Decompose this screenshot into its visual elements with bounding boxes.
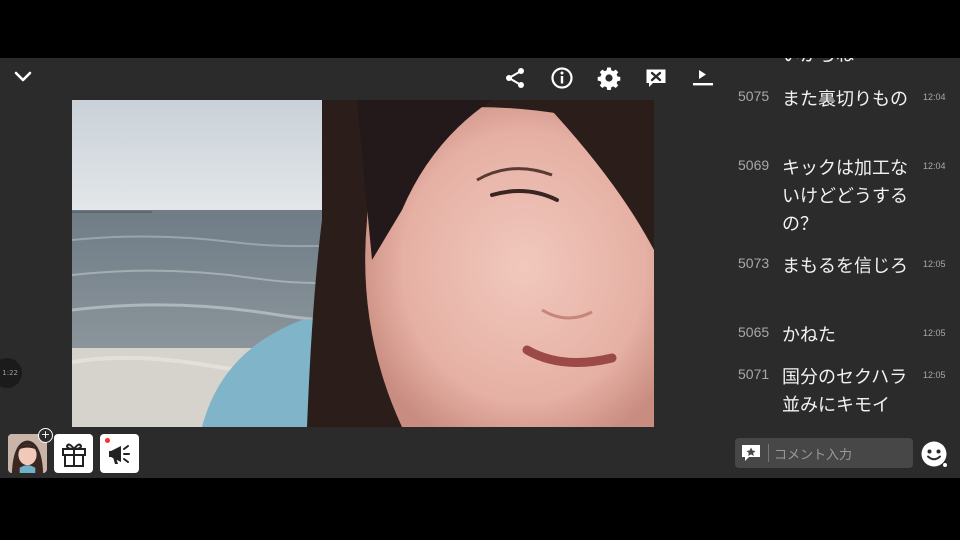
emoji-icon[interactable] <box>920 440 948 468</box>
comment-number: 5073 <box>738 255 770 271</box>
comment-number: 5075 <box>738 88 770 104</box>
comment-off-icon[interactable] <box>642 64 670 92</box>
comment-number: 5069 <box>738 157 770 173</box>
comment-time: 12:05 <box>923 328 946 338</box>
comment-input-placeholder: コメント入力 <box>774 447 853 463</box>
bottom-action-bar: + <box>8 428 139 473</box>
comment-time: 12:04 <box>923 92 946 102</box>
comment-time: 12:05 <box>923 370 946 380</box>
live-stream-player: 1:22 + 5075 また裏切りもの 12:04 5069 キックは加工ないけ… <box>0 58 960 478</box>
comment-text: また裏切りもの <box>782 89 908 110</box>
gear-icon[interactable] <box>595 64 623 92</box>
comment-text: まもるを信じろ <box>782 256 908 277</box>
share-icon[interactable] <box>501 64 529 92</box>
comment-input[interactable]: コメント入力 <box>735 438 913 468</box>
stream-timer: 1:22 <box>0 358 22 388</box>
megaphone-icon <box>108 444 130 464</box>
layout-toggle-icon[interactable] <box>689 64 717 92</box>
stream-video-image <box>72 100 654 427</box>
comment-number: 5071 <box>738 366 770 382</box>
input-divider <box>768 444 769 462</box>
video-frame[interactable] <box>72 100 654 427</box>
comment-text: キックは加工ないけどどうするの？ <box>782 158 908 235</box>
announce-button[interactable] <box>100 434 139 473</box>
chevron-down-icon[interactable] <box>9 62 37 90</box>
comment-list[interactable]: いからね 5075 また裏切りもの 12:04 5069 キックは加工ないけどど… <box>730 58 960 427</box>
broadcaster-avatar-button[interactable]: + <box>8 428 53 473</box>
comment-bubble-icon <box>742 445 760 461</box>
info-icon[interactable] <box>548 64 576 92</box>
comment-text: 国分のセクハラ並みにキモイ <box>782 367 908 416</box>
gift-icon <box>61 443 86 467</box>
comment-time: 12:05 <box>923 259 946 269</box>
gift-button[interactable] <box>54 434 93 473</box>
comment-number: 5065 <box>738 324 770 340</box>
notification-dot <box>105 438 110 443</box>
comment-text: いからね <box>782 58 912 70</box>
follow-plus-icon[interactable]: + <box>38 428 53 443</box>
comment-time: 12:04 <box>923 161 946 171</box>
comment-text: かねた <box>782 325 836 346</box>
